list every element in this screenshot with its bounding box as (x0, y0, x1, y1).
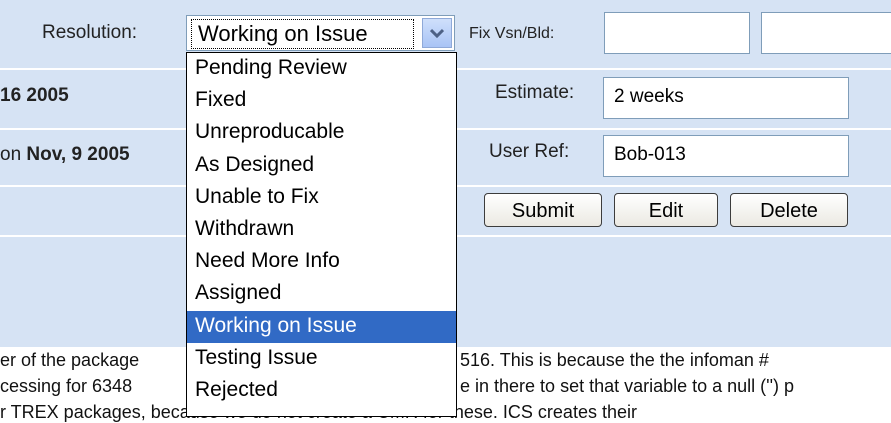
estimate-label: Estimate: (495, 82, 575, 103)
option-rejected[interactable]: Rejected (187, 375, 456, 407)
option-assigned[interactable]: Assigned (187, 278, 456, 310)
description-line-2-left: cessing for 6348 (0, 376, 133, 396)
option-withdrawn[interactable]: Withdrawn (187, 214, 456, 246)
option-working-on-issue[interactable]: Working on Issue (187, 310, 456, 343)
fix-version-label: Fix Vsn/Bld: (469, 25, 555, 42)
option-pending-review[interactable]: Pending Review (187, 53, 456, 85)
resolution-select[interactable]: Working on Issue (186, 15, 455, 51)
submit-button[interactable]: Submit (484, 193, 602, 227)
modified-date-prefix: on (0, 144, 27, 165)
option-testing-issue[interactable]: Testing Issue (187, 343, 456, 375)
estimate-field[interactable]: 2 weeks (603, 77, 849, 119)
fix-build-field[interactable] (761, 12, 891, 54)
option-need-more-info[interactable]: Need More Info (187, 246, 456, 278)
fix-version-field[interactable] (604, 12, 750, 54)
option-as-designed[interactable]: As Designed (187, 150, 456, 182)
option-unreproducable[interactable]: Unreproducable (187, 117, 456, 149)
edit-button[interactable]: Edit (614, 193, 718, 227)
option-fixed[interactable]: Fixed (187, 85, 456, 117)
chevron-down-icon[interactable] (422, 18, 452, 48)
description-line-1-left: er of the package (0, 350, 140, 370)
resolution-dropdown-list[interactable]: Pending Review Fixed Unreproducable As D… (186, 52, 457, 417)
created-date: 16 2005 (0, 85, 69, 106)
option-unable-to-fix[interactable]: Unable to Fix (187, 182, 456, 214)
delete-button[interactable]: Delete (730, 193, 848, 227)
modified-date-line: on Nov, 9 2005 (0, 144, 130, 166)
description-line-1-right: 516. This is because the the infoman # (460, 350, 769, 370)
modified-date: Nov, 9 2005 (26, 144, 130, 165)
user-ref-field[interactable]: Bob-013 (603, 135, 849, 177)
resolution-label: Resolution: (42, 22, 138, 43)
resolution-selected-value: Working on Issue (191, 19, 414, 49)
description-line-2-right: e in there to set that variable to a nul… (460, 376, 795, 396)
user-ref-label: User Ref: (489, 141, 570, 162)
